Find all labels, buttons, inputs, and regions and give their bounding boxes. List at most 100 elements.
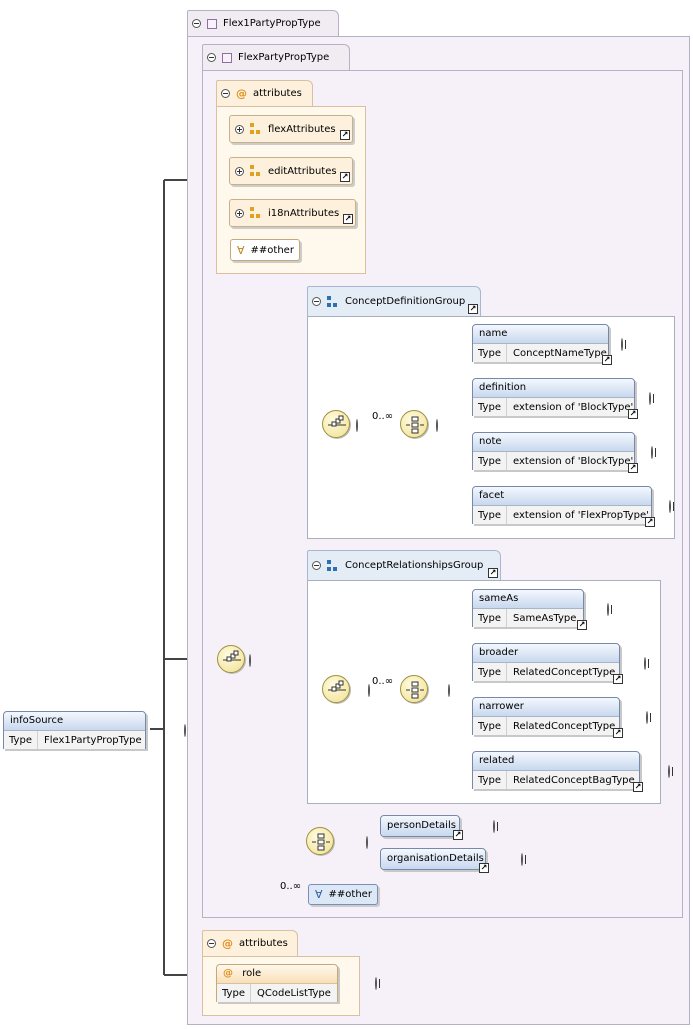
- type-key: Type: [473, 609, 507, 627]
- expand-icon[interactable]: [644, 657, 646, 670]
- expand-icon[interactable]: [607, 603, 609, 616]
- collapse-icon[interactable]: [356, 419, 358, 432]
- reference-arrow-icon[interactable]: ↗: [628, 409, 638, 419]
- element-organisationdetails[interactable]: organisationDetails ↗: [380, 848, 489, 873]
- concept-definition-group-tab[interactable]: ConceptDefinitionGroup ↗: [307, 286, 481, 316]
- expand-icon[interactable]: [651, 446, 653, 459]
- element-facet[interactable]: facet Type extension of 'FlexPropType' ↗: [472, 486, 655, 527]
- choice-icon: [312, 833, 330, 851]
- reference-arrow-icon[interactable]: ↗: [633, 782, 643, 792]
- element-name-label: personDetails: [381, 816, 459, 836]
- attribute-role[interactable]: @ role Type QCodeListType: [216, 964, 338, 1002]
- type-value: extension of 'BlockType': [513, 401, 634, 413]
- collapse-icon[interactable]: [366, 836, 368, 849]
- reference-arrow-icon[interactable]: ↗: [479, 863, 489, 873]
- element-persondetails[interactable]: personDetails ↗: [380, 815, 463, 840]
- attribute-group-flexattributes[interactable]: flexAttributes ↗: [229, 115, 353, 143]
- sequence-icon: [223, 650, 241, 662]
- expand-icon[interactable]: [646, 711, 648, 724]
- element-name[interactable]: name Type ConceptNameType ↗: [472, 324, 612, 365]
- inner-attributes-label: attributes: [253, 88, 302, 99]
- expand-icon[interactable]: [649, 392, 651, 405]
- expand-icon[interactable]: [235, 208, 244, 218]
- expand-icon[interactable]: [235, 124, 244, 134]
- element-definition[interactable]: definition Type extension of 'BlockType' …: [472, 378, 638, 419]
- type-key: Type: [473, 398, 507, 416]
- attribute-icon: @: [223, 968, 233, 979]
- expand-icon[interactable]: [669, 500, 671, 513]
- sequence-compositor[interactable]: [322, 675, 350, 703]
- inner-type-tab: FlexPartyPropType: [202, 44, 350, 70]
- reference-arrow-icon[interactable]: ↗: [602, 355, 612, 365]
- sequence-compositor[interactable]: [322, 410, 350, 438]
- reference-arrow-icon[interactable]: ↗: [468, 304, 478, 314]
- type-key: Type: [473, 717, 507, 735]
- reference-arrow-icon[interactable]: ↗: [453, 830, 463, 840]
- sequence-compositor[interactable]: [217, 645, 245, 673]
- reference-arrow-icon[interactable]: ↗: [645, 517, 655, 527]
- root-element-infosource[interactable]: infoSource Type Flex1PartyPropType: [3, 711, 146, 749]
- concept-relationships-group-tab[interactable]: ConceptRelationshipsGroup ↗: [307, 550, 501, 580]
- expand-icon[interactable]: [375, 977, 377, 990]
- group-icon: [327, 295, 339, 308]
- type-value: SameAsType: [513, 612, 577, 624]
- reference-arrow-icon[interactable]: ↗: [628, 463, 638, 473]
- any-attribute[interactable]: ∀ ##other: [230, 239, 300, 261]
- collapse-icon[interactable]: [312, 561, 321, 570]
- element-name-label: organisationDetails: [381, 849, 485, 869]
- reference-arrow-icon[interactable]: ↗: [613, 728, 623, 738]
- attribute-group-name: editAttributes: [268, 165, 337, 177]
- reference-arrow-icon[interactable]: ↗: [340, 172, 350, 182]
- choice-icon: [406, 681, 424, 699]
- type-key: Type: [4, 731, 38, 749]
- reference-arrow-icon[interactable]: ↗: [340, 130, 350, 140]
- expand-icon[interactable]: [668, 765, 670, 778]
- collapse-icon[interactable]: [221, 89, 230, 98]
- element-related[interactable]: related Type RelatedConceptBagType ↗: [472, 751, 643, 792]
- element-name-label: name: [473, 325, 608, 344]
- collapse-icon[interactable]: [312, 297, 321, 306]
- element-broader[interactable]: broader Type RelatedConceptType ↗: [472, 643, 623, 684]
- attribute-icon: @: [236, 87, 247, 100]
- reference-arrow-icon[interactable]: ↗: [343, 214, 353, 224]
- attribute-group-editattributes[interactable]: editAttributes ↗: [229, 157, 353, 185]
- type-key: Type: [473, 344, 507, 362]
- outer-type-tab: Flex1PartyPropType: [187, 10, 339, 36]
- element-name-label: narrower: [473, 698, 619, 717]
- collapse-icon[interactable]: [184, 724, 186, 737]
- outer-attributes-label: attributes: [239, 938, 288, 949]
- choice-compositor[interactable]: [400, 675, 428, 703]
- any-attribute-label: ##other: [250, 244, 294, 256]
- attribute-group-name: i18nAttributes: [268, 207, 340, 219]
- attribute-name: role: [242, 968, 262, 979]
- element-sameas[interactable]: sameAs Type SameAsType ↗: [472, 589, 587, 630]
- type-key: Type: [473, 452, 507, 470]
- attribute-group-icon: [250, 207, 262, 219]
- choice-compositor[interactable]: [306, 827, 334, 855]
- element-narrower[interactable]: narrower Type RelatedConceptType ↗: [472, 697, 623, 738]
- choice-compositor[interactable]: [400, 410, 428, 438]
- expand-icon[interactable]: [521, 853, 523, 866]
- collapse-icon[interactable]: [207, 939, 216, 948]
- type-value: RelatedConceptType: [513, 666, 616, 678]
- collapse-icon[interactable]: [207, 53, 216, 62]
- expand-icon[interactable]: [621, 338, 623, 351]
- element-note[interactable]: note Type extension of 'BlockType' ↗: [472, 432, 638, 473]
- any-element[interactable]: ∀ ##other: [308, 884, 378, 905]
- collapse-icon[interactable]: [192, 19, 201, 28]
- reference-arrow-icon[interactable]: ↗: [613, 674, 623, 684]
- type-key: Type: [473, 506, 507, 524]
- occurrence-label: 0..∞: [372, 676, 394, 687]
- collapse-icon[interactable]: [368, 684, 370, 697]
- reference-arrow-icon[interactable]: ↗: [577, 620, 587, 630]
- type-value: extension of 'FlexPropType': [513, 509, 649, 521]
- collapse-icon[interactable]: [436, 419, 438, 432]
- expand-icon[interactable]: [493, 820, 495, 833]
- attribute-group-i18nattributes[interactable]: i18nAttributes ↗: [229, 199, 356, 227]
- collapse-icon[interactable]: [448, 684, 450, 697]
- collapse-icon[interactable]: [249, 654, 251, 667]
- reference-arrow-icon[interactable]: ↗: [488, 568, 498, 578]
- type-value: RelatedConceptBagType: [513, 774, 635, 786]
- expand-icon[interactable]: [235, 166, 244, 176]
- attribute-name-label: @ role: [217, 965, 337, 984]
